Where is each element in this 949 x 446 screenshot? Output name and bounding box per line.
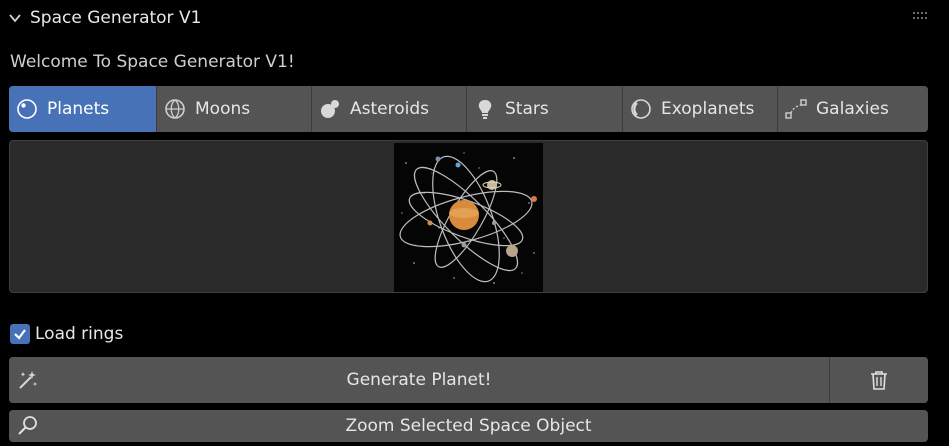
category-tabs: Planets Moons Asteroids Stars Exoplanets: [9, 86, 928, 132]
tab-label: Planets: [47, 99, 110, 119]
tab-moons[interactable]: Moons: [157, 86, 312, 132]
tab-label: Stars: [505, 99, 549, 119]
planet-preview-image[interactable]: [394, 143, 543, 292]
generate-row: Generate Planet!: [9, 357, 928, 403]
tab-label: Moons: [195, 99, 251, 119]
galaxy-icon: [785, 99, 807, 119]
magic-wand-icon: [19, 371, 37, 389]
tab-stars[interactable]: Stars: [467, 86, 623, 132]
planet-icon: [17, 99, 37, 119]
tab-asteroids[interactable]: Asteroids: [312, 86, 467, 132]
chevron-down-icon[interactable]: [8, 11, 22, 25]
drag-grip-icon[interactable]: [913, 12, 929, 20]
trash-icon: [871, 371, 887, 390]
generate-label: Generate Planet!: [346, 370, 492, 390]
magnifier-icon: [18, 416, 37, 435]
tab-exoplanets[interactable]: Exoplanets: [623, 86, 778, 132]
panel-header[interactable]: Space Generator V1: [0, 0, 949, 38]
zoom-selected-button[interactable]: Zoom Selected Space Object: [9, 410, 928, 442]
checkmark-icon: [14, 329, 26, 340]
welcome-text: Welcome To Space Generator V1!: [10, 52, 295, 72]
asteroid-icon: [321, 100, 339, 118]
preview-panel: [9, 140, 928, 293]
tab-label: Galaxies: [816, 99, 889, 119]
planet-system-illustration: [394, 143, 543, 292]
delete-button[interactable]: [830, 357, 928, 403]
star-bulb-icon: [478, 100, 492, 119]
generate-planet-button[interactable]: Generate Planet!: [9, 357, 830, 403]
tab-label: Asteroids: [350, 99, 429, 119]
zoom-label: Zoom Selected Space Object: [345, 416, 592, 436]
tab-label: Exoplanets: [661, 99, 755, 119]
exoplanet-icon: [631, 99, 651, 119]
tab-galaxies[interactable]: Galaxies: [778, 86, 928, 132]
panel-title: Space Generator V1: [30, 8, 202, 28]
load-rings-label: Load rings: [35, 324, 124, 344]
load-rings-option[interactable]: Load rings: [10, 322, 123, 346]
load-rings-checkbox[interactable]: [10, 324, 30, 344]
tab-planets[interactable]: Planets: [9, 86, 157, 132]
moon-icon: [165, 99, 185, 119]
